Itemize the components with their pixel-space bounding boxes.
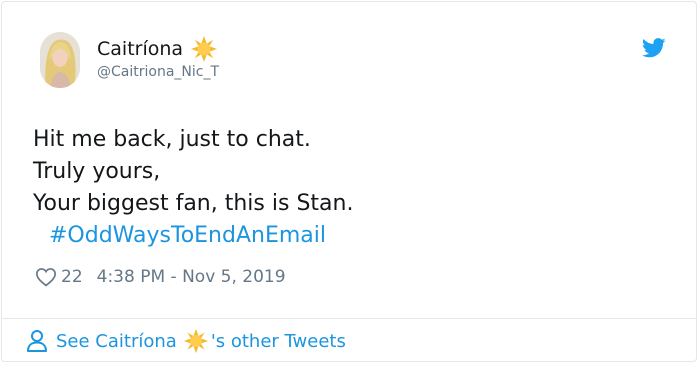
footer-prefix[interactable]: See Caitríona [56,331,177,352]
tweet-card: Caitríona @Caitriona_Nic_T Hit me back, … [1,1,697,362]
footer-suffix[interactable]: 's other Tweets [211,331,346,352]
twitter-bird-icon[interactable] [641,38,666,58]
footer-divider [2,318,696,319]
hashtag-link[interactable]: #OddWaysToEndAnEmail [33,220,653,252]
author-handle[interactable]: @Caitriona_Nic_T [97,64,219,80]
sun-emoji-icon [183,328,209,354]
tweet-line: Hit me back, just to chat. [33,127,311,152]
tweet-meta: 22 4:38 PM - Nov 5, 2019 [35,266,286,288]
sun-emoji-icon [190,35,218,63]
tweet-timestamp[interactable]: 4:38 PM - Nov 5, 2019 [97,267,286,287]
like-count[interactable]: 22 [61,267,83,287]
heart-icon[interactable] [35,266,57,288]
tweet-header: Caitríona @Caitriona_Nic_T [40,32,680,88]
tweet-line: Truly yours, [33,159,161,184]
person-icon [26,329,48,353]
author-name-row[interactable]: Caitríona [97,35,218,63]
see-other-tweets-link[interactable]: See Caitríona 's other Tweets [26,328,346,354]
tweet-line: Your biggest fan, this is Stan. [33,191,354,216]
avatar[interactable] [40,32,80,88]
display-name[interactable]: Caitríona [97,38,183,60]
tweet-text: Hit me back, just to chat. Truly yours, … [33,124,653,252]
